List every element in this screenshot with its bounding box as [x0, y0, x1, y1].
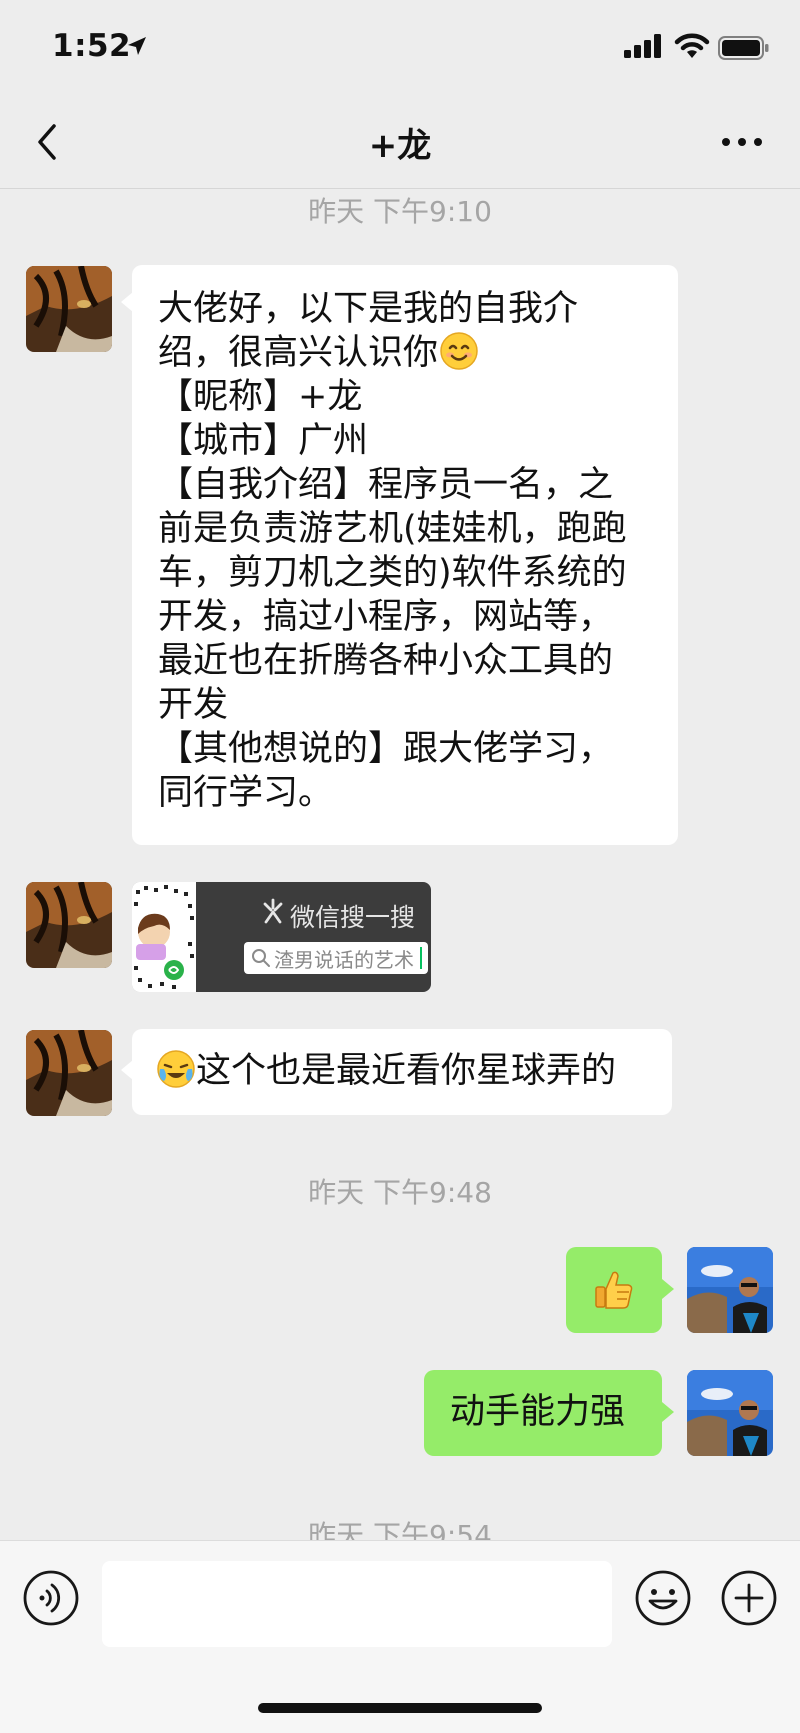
- message-text: 动手能力强: [450, 1392, 626, 1432]
- message-text: 【昵称】+龙 【城市】广州 【自我介绍】程序员一名，之 前是负责游艺机(娃娃机，…: [158, 377, 627, 813]
- status-bar: 1:52: [0, 0, 800, 96]
- wechat-search-icon: [263, 898, 283, 924]
- mini-program-brand: 微信搜一搜: [290, 903, 416, 932]
- location-arrow-icon: [128, 37, 146, 55]
- wifi-icon: [674, 33, 710, 58]
- message-bubble[interactable]: [566, 1247, 662, 1333]
- timestamp: 昨天 下午9:48: [308, 1176, 492, 1209]
- mini-program-search-text: 渣男说话的艺术: [274, 948, 414, 972]
- message-bubble[interactable]: 大佬好，以下是我的自我介 绍，很高兴认识你 【昵称】+龙 【城市】广州 【自我介…: [132, 265, 678, 845]
- battery-icon: [718, 36, 769, 60]
- bubble-tail: [662, 1402, 674, 1422]
- home-indicator[interactable]: [258, 1703, 542, 1713]
- message-input[interactable]: [102, 1561, 612, 1647]
- voice-input-icon[interactable]: [22, 1569, 80, 1627]
- contact-avatar[interactable]: [26, 266, 112, 352]
- mini-program-code: [132, 882, 196, 992]
- message-text: 这个也是最近看你星球弄的: [196, 1051, 617, 1091]
- plus-icon[interactable]: [720, 1569, 778, 1627]
- more-options-icon[interactable]: [718, 122, 766, 162]
- text-cursor: [420, 947, 422, 969]
- chat-header: +龙: [0, 96, 800, 189]
- thumbs-up-emoji: [595, 1271, 633, 1309]
- contact-avatar[interactable]: [26, 1030, 112, 1116]
- bubble-tail: [662, 1279, 674, 1299]
- status-time: 1:52: [52, 28, 132, 64]
- timestamp: 昨天 下午9:10: [308, 195, 492, 228]
- contact-avatar[interactable]: [26, 882, 112, 968]
- search-icon: [252, 949, 270, 967]
- my-avatar[interactable]: [687, 1247, 773, 1333]
- emoji-icon[interactable]: [634, 1569, 692, 1627]
- crying-laughing-emoji: [157, 1050, 195, 1088]
- mini-program-search-box: 渣男说话的艺术: [244, 942, 428, 974]
- chat-input-bar: [0, 1540, 800, 1733]
- smiling-emoji: [440, 332, 478, 370]
- cellular-signal-icon: [624, 34, 661, 58]
- chat-title: +龙: [368, 126, 432, 166]
- my-avatar[interactable]: [687, 1370, 773, 1456]
- message-bubble[interactable]: 这个也是最近看你星球弄的: [132, 1029, 672, 1115]
- message-text: 大佬好，以下是我的自我介 绍，很高兴认识你: [158, 289, 579, 373]
- message-bubble[interactable]: 动手能力强: [424, 1370, 662, 1456]
